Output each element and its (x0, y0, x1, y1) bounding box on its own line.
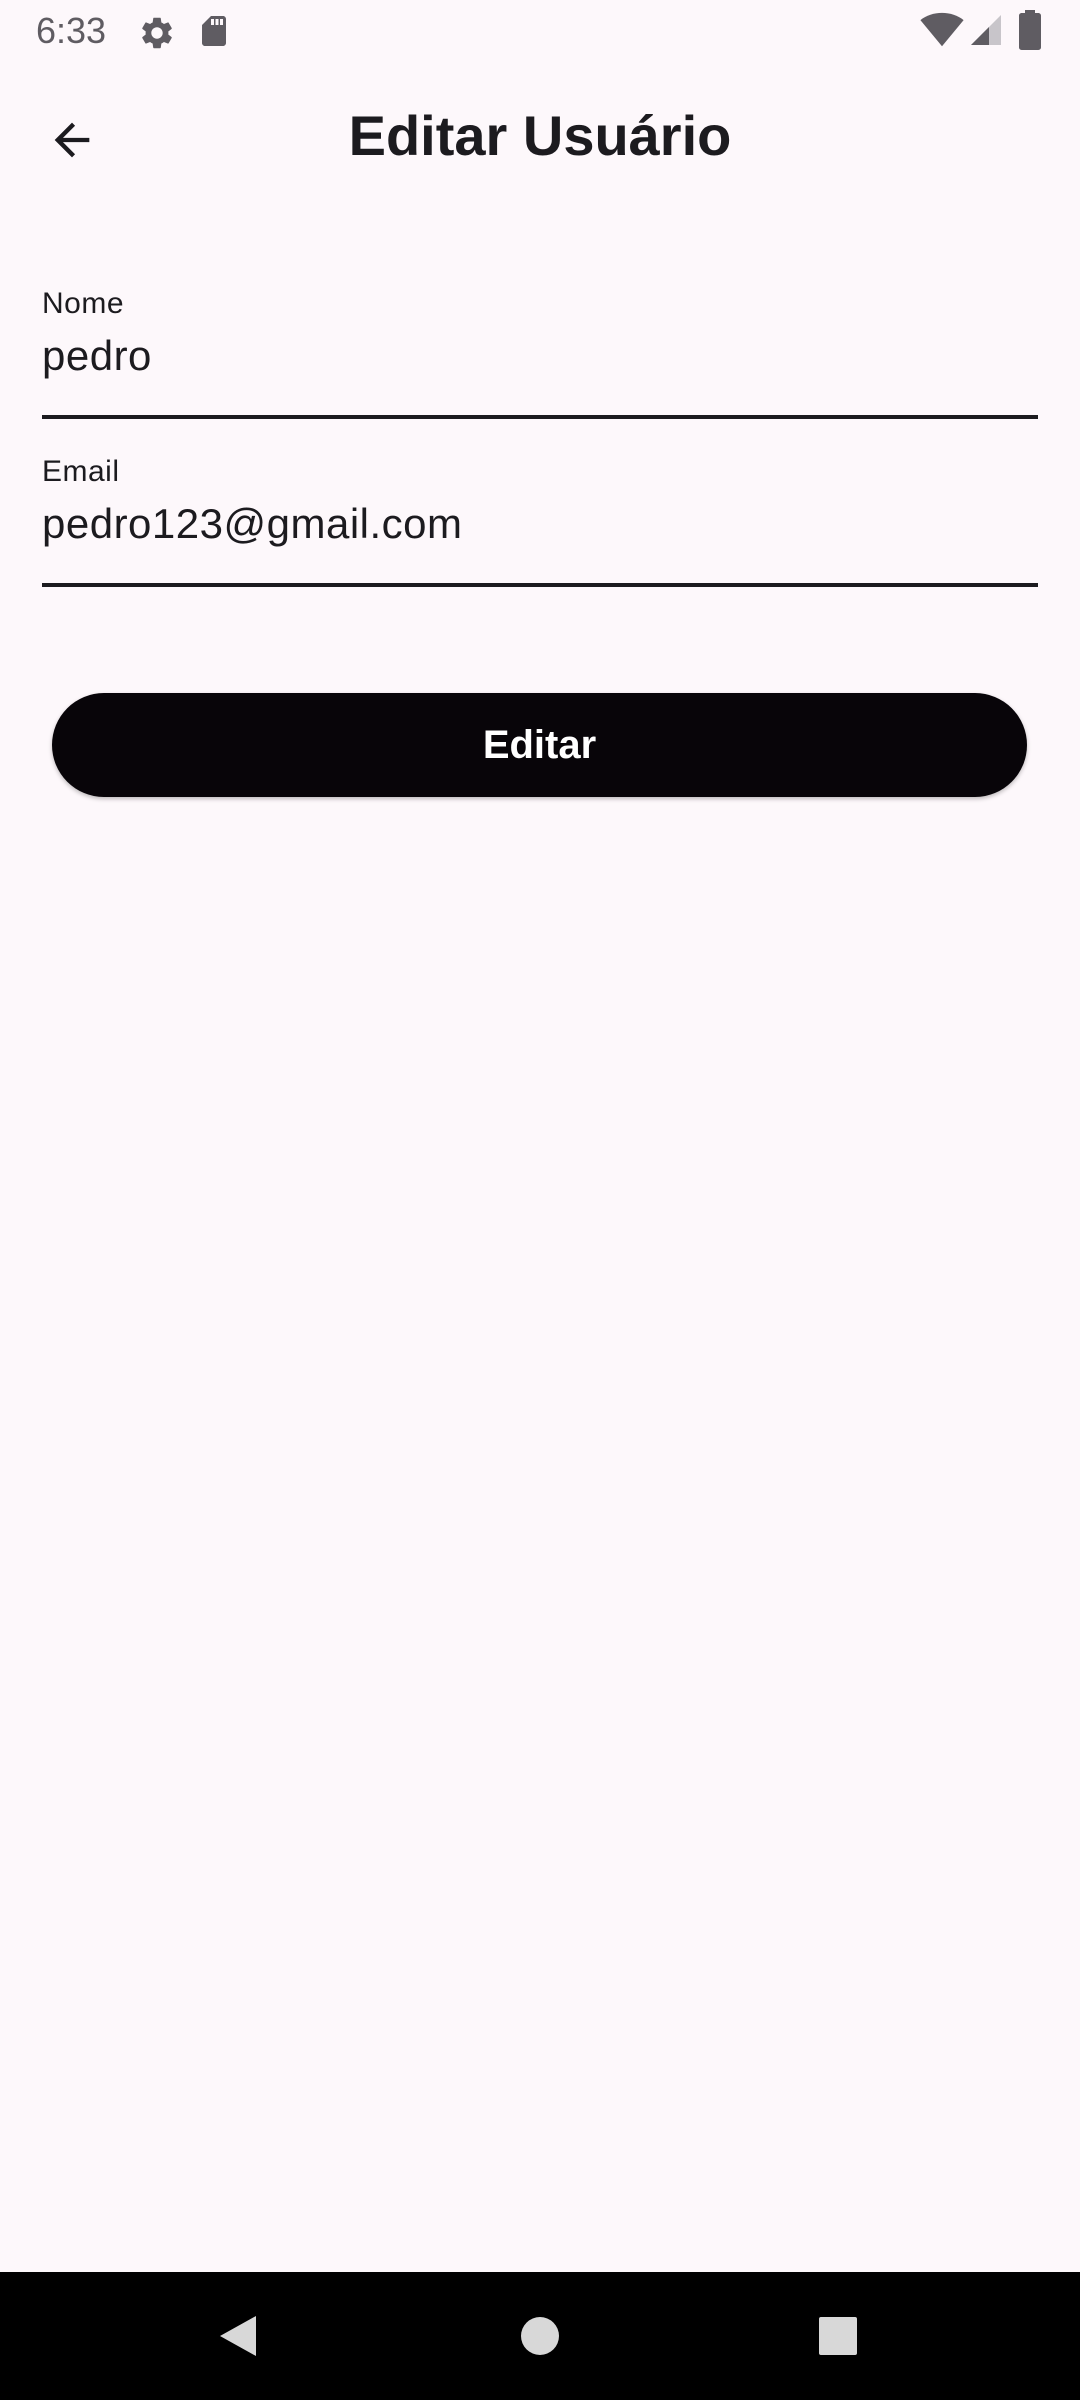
system-nav-bar (0, 2272, 1080, 2400)
sd-card-icon (196, 13, 232, 54)
nav-back-icon (216, 2312, 260, 2360)
nav-home-button[interactable] (504, 2300, 576, 2372)
name-field-label: Nome (42, 287, 125, 320)
nav-recents-icon (818, 2316, 858, 2356)
email-input[interactable] (42, 496, 1038, 552)
name-field[interactable]: Nome (42, 286, 1038, 422)
cellular-signal-icon (968, 12, 1004, 53)
battery-icon (1018, 10, 1042, 55)
email-field-underline (42, 583, 1038, 587)
name-field-underline (42, 415, 1038, 419)
page-title: Editar Usuário (348, 104, 732, 167)
email-field[interactable]: Email (42, 454, 1038, 590)
nav-back-button[interactable] (202, 2300, 274, 2372)
name-input[interactable] (42, 328, 1038, 384)
nav-recents-button[interactable] (802, 2300, 874, 2372)
status-bar: 6:33 (0, 0, 1080, 62)
edit-button[interactable]: Editar (52, 693, 1027, 797)
email-field-label: Email (42, 455, 120, 488)
nav-home-icon (520, 2316, 560, 2356)
status-time: 6:33 (36, 10, 107, 51)
gear-icon (138, 14, 176, 57)
app-bar: Editar Usuário (0, 62, 1080, 210)
wifi-icon (920, 12, 964, 53)
